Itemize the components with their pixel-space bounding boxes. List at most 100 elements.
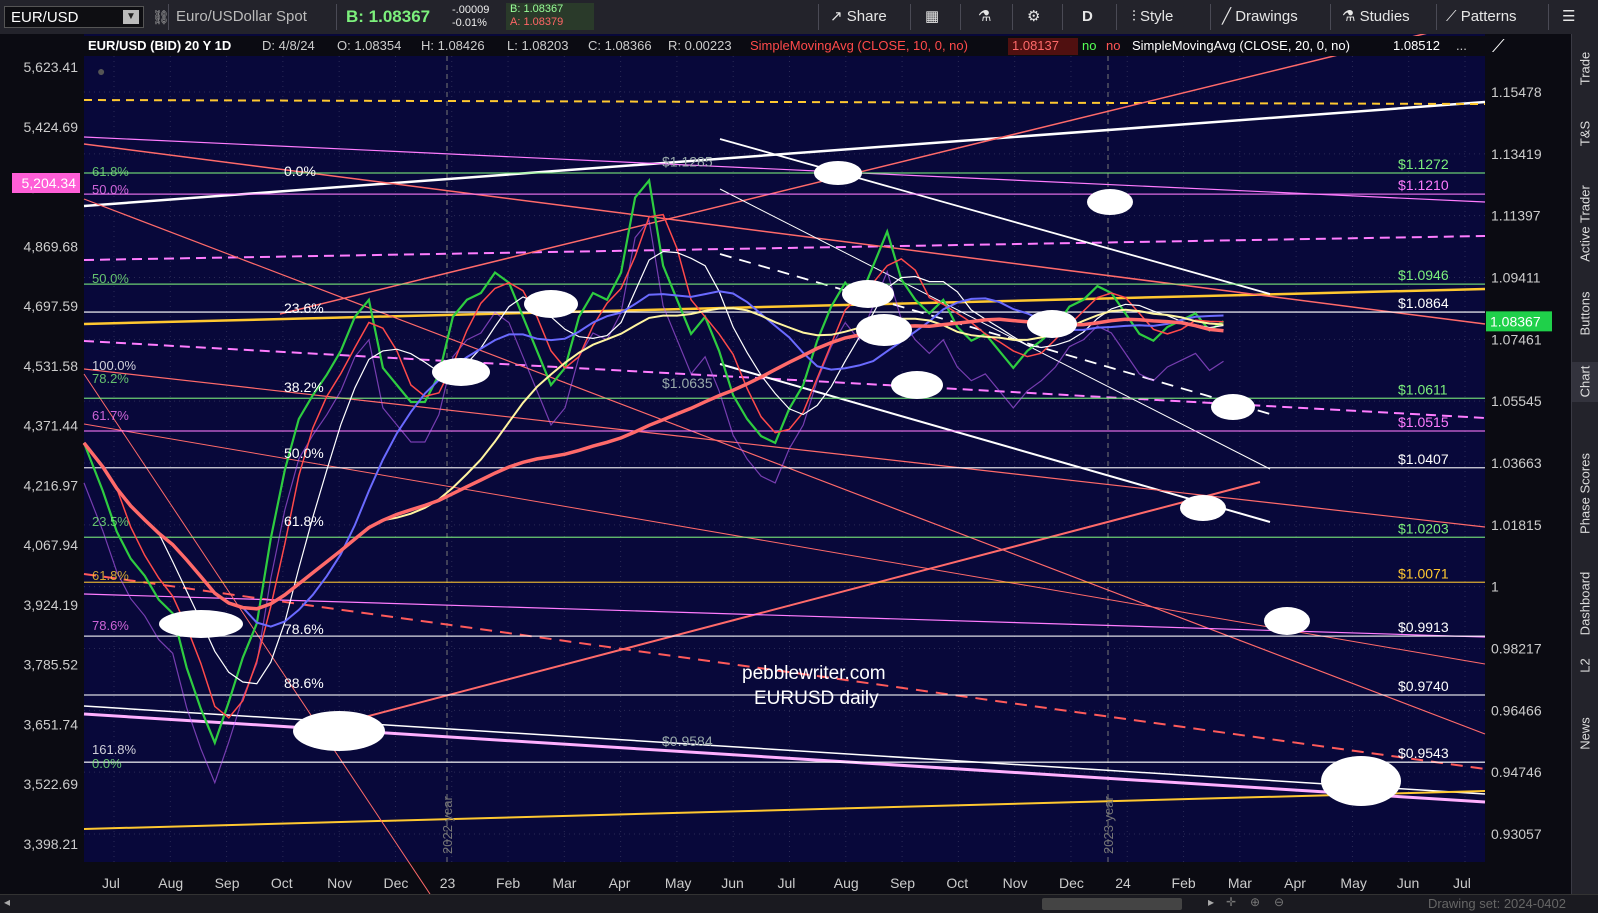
info-icon[interactable]: ●: [97, 63, 105, 79]
divider: [1436, 4, 1437, 30]
symbol-input[interactable]: EUR/USD ▼: [4, 6, 144, 28]
x-tick-label: Aug: [834, 875, 859, 891]
right-tick-label: 1.13419: [1491, 146, 1542, 162]
tab-ts[interactable]: T&S: [1572, 114, 1598, 154]
info-more[interactable]: ...: [1456, 38, 1467, 53]
symbol-description: Euro/USDollar Spot: [176, 8, 307, 25]
tab-active-trader[interactable]: Active Trader: [1572, 185, 1598, 262]
tab-chart[interactable]: Chart: [1572, 362, 1598, 402]
scroll-thumb[interactable]: [1042, 898, 1182, 910]
fib-left-label: 50.0%: [92, 182, 129, 197]
divider: [336, 4, 337, 30]
right-tab-strip: Trade T&S Active Trader Buttons Chart Ph…: [1571, 34, 1598, 894]
crosshair-icon[interactable]: ✛: [1226, 895, 1236, 909]
annotation-oval: [856, 314, 912, 346]
price-level-label: $1.0515: [1398, 414, 1449, 430]
annotation-oval: [1211, 394, 1255, 420]
fib-left-label: 50.0%: [92, 271, 129, 286]
divider: [818, 4, 819, 30]
divider: [1548, 4, 1549, 30]
flask-icon: ⚗: [1342, 8, 1356, 25]
zoom-in-icon[interactable]: ⊕: [1250, 895, 1260, 909]
top-toolbar: EUR/USD ▼ ⛓ Euro/USDollar Spot B: 1.08367…: [0, 0, 1598, 35]
annotation-oval: [1027, 310, 1077, 338]
annotation-oval: [1180, 495, 1226, 521]
price-chart[interactable]: $1.1272 $1.1210 $1.0946 $1.0864 $1.0611 $1.05…: [0, 34, 1571, 894]
divider: [960, 4, 961, 30]
right-tick-label: 0.93057: [1491, 826, 1542, 842]
change-block: -.00009 -0.01%: [452, 4, 489, 30]
x-tick-label: Nov: [327, 875, 352, 891]
sma20-value: 1.08512: [1393, 38, 1440, 53]
zoom-out-icon[interactable]: ⊖: [1274, 895, 1284, 909]
annotation-oval: [814, 161, 862, 185]
symbol-text: EUR/USD: [11, 9, 79, 26]
scroll-right-icon[interactable]: ▸: [1208, 895, 1214, 909]
gear-icon[interactable]: ⚙: [1027, 0, 1040, 34]
divider: [910, 4, 911, 30]
annotation-oval: [524, 290, 578, 318]
style-button[interactable]: ⫶ Style: [1132, 0, 1173, 34]
patterns-button[interactable]: ⟋ Patterns: [1446, 0, 1517, 34]
tab-label: News: [1577, 717, 1593, 750]
annotation-oval: [842, 280, 894, 308]
left-tick-label: 4,697.59: [24, 298, 79, 314]
ask-small: A: 1.08379: [510, 16, 564, 28]
timeframe-button[interactable]: D: [1082, 0, 1093, 34]
change-value: -.00009: [452, 4, 490, 16]
price-level-label: $1.0407: [1398, 451, 1449, 467]
tab-news[interactable]: News: [1572, 714, 1598, 754]
candles-icon: ⫶: [1132, 8, 1136, 25]
year-label: 2023 year: [1101, 796, 1116, 854]
horizontal-scrollbar[interactable]: ◂ ▸ ✛ ⊕ ⊖ Drawing set: 2024-0402: [0, 894, 1598, 913]
swing-label: $1.1285: [662, 154, 713, 170]
scroll-left-icon[interactable]: ◂: [4, 895, 10, 909]
swing-label: $1.0635: [662, 375, 713, 391]
flask-icon[interactable]: ⚗: [978, 0, 991, 34]
tab-trade[interactable]: Trade: [1572, 49, 1598, 89]
calendar-icon[interactable]: ▦: [925, 0, 939, 34]
price-level-label: $1.0611: [1398, 381, 1448, 397]
drawings-button[interactable]: ╱ Drawings: [1222, 0, 1298, 34]
fib-left-label: 161.8%: [92, 742, 137, 757]
x-tick-label: Dec: [383, 875, 408, 891]
patterns-icon: ⟋: [1446, 8, 1457, 25]
chart-title: EUR/USD (BID) 20 Y 1D: [88, 38, 231, 53]
x-tick-label: Apr: [1284, 875, 1306, 891]
tab-label: T&S: [1577, 120, 1593, 147]
fib-left-label: 23.5%: [92, 514, 129, 529]
annotation-oval: [1321, 756, 1401, 806]
sma10-label: SimpleMovingAvg (CLOSE, 10, 0, no): [750, 38, 968, 53]
tab-label: Phase Scores: [1577, 453, 1593, 534]
info-open: O: 1.08354: [337, 38, 401, 53]
x-tick-label: Mar: [552, 875, 576, 891]
studies-button[interactable]: ⚗ Studies: [1342, 0, 1410, 34]
annotation-oval: [159, 610, 243, 638]
chevron-down-icon[interactable]: ▼: [123, 10, 139, 24]
left-tick-label: 4,869.68: [24, 238, 79, 254]
fib-left-label: 61.8%: [92, 568, 129, 583]
x-tick-label: Feb: [496, 875, 520, 891]
share-icon: ↗: [830, 8, 843, 25]
annotation-oval: [293, 711, 385, 751]
watermark-caption: EURUSD daily: [754, 688, 879, 709]
tab-dashboard[interactable]: Dashboard: [1572, 572, 1598, 636]
x-tick-label: Feb: [1172, 875, 1196, 891]
info-high: H: 1.08426: [421, 38, 485, 53]
x-tick-label: Sep: [890, 875, 915, 891]
x-tick-label: Sep: [215, 875, 240, 891]
tab-buttons[interactable]: Buttons: [1572, 291, 1598, 335]
divider: [1116, 4, 1117, 30]
drawing-tool-icon[interactable]: ⟋: [1492, 36, 1505, 56]
x-tick-label: Nov: [1003, 875, 1028, 891]
menu-icon[interactable]: ☰: [1562, 0, 1575, 34]
tab-l2[interactable]: L2: [1572, 646, 1598, 686]
info-flag2: no: [1106, 38, 1120, 53]
x-tick-label: Dec: [1059, 875, 1084, 891]
price-level-label: $1.1210: [1398, 177, 1449, 193]
share-button[interactable]: ↗ Share: [830, 0, 887, 34]
tab-phase-scores[interactable]: Phase Scores: [1572, 453, 1598, 534]
fib-left-label: 78.2%: [92, 371, 129, 386]
divider: [1210, 4, 1211, 30]
info-low: L: 1.08203: [507, 38, 568, 53]
